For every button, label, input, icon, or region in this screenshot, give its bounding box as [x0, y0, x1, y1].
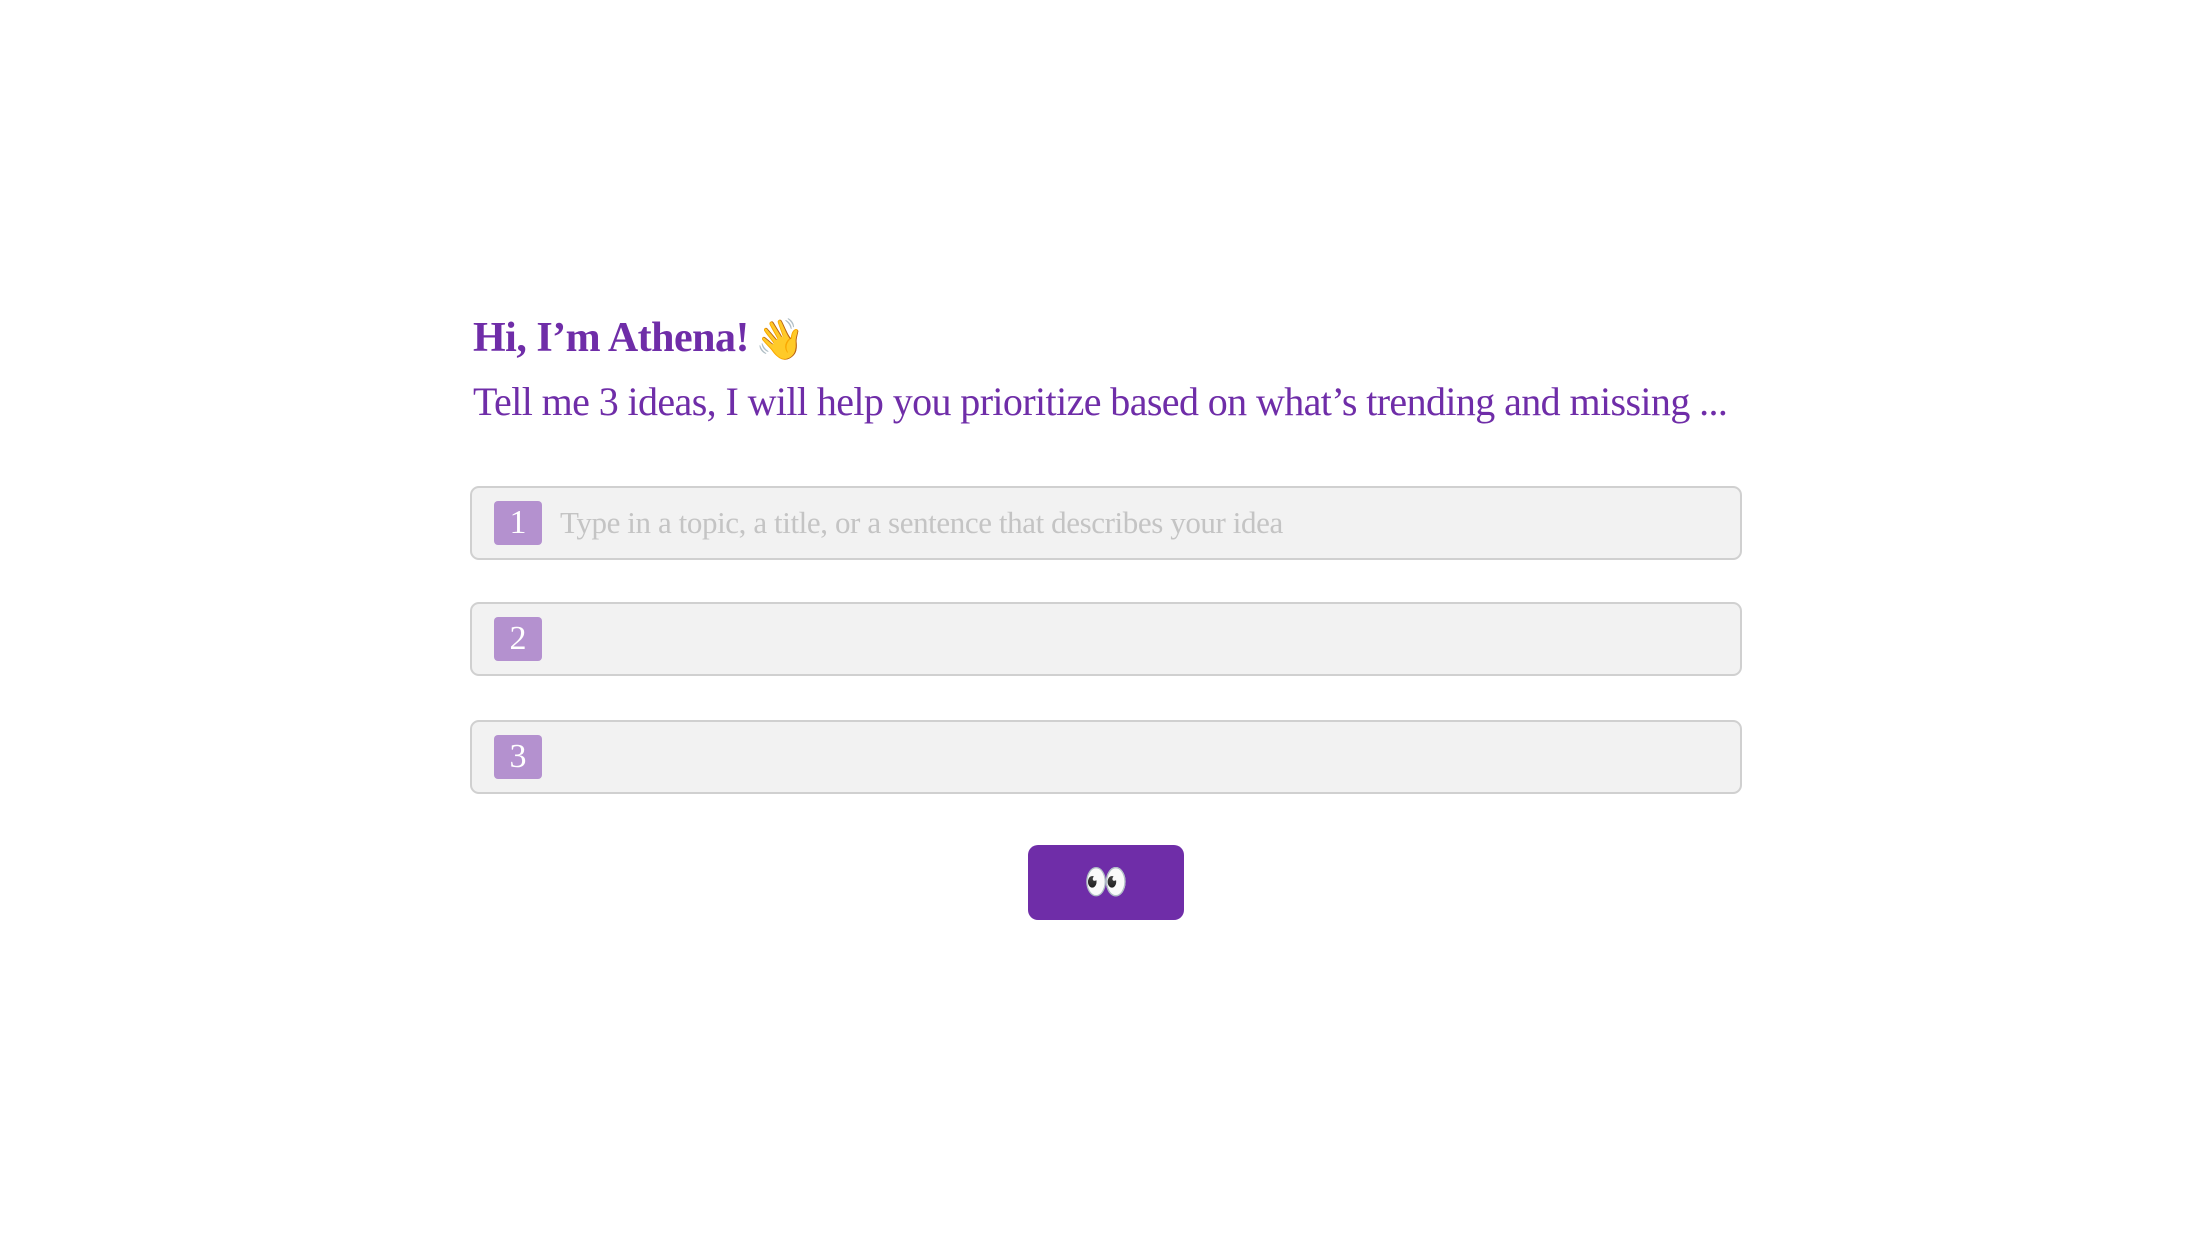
idea-field-1[interactable]: 1	[470, 486, 1742, 560]
idea-field-3[interactable]: 3	[470, 720, 1742, 794]
idea-input-3[interactable]	[560, 726, 1720, 788]
instructions-text: Tell me 3 ideas, I will help you priorit…	[473, 379, 1728, 424]
idea-number-badge: 3	[494, 735, 542, 779]
greeting-text: Hi, I’m Athena!	[473, 315, 750, 361]
idea-form: Hi, I’m Athena! 👋 Tell me 3 ideas, I will…	[470, 310, 1742, 920]
idea-field-2[interactable]: 2	[470, 602, 1742, 676]
idea-number-badge: 1	[494, 501, 542, 545]
eyes-icon: 👀	[1083, 862, 1129, 903]
greeting-heading: Hi, I’m Athena! 👋	[473, 310, 1742, 368]
idea-number-badge: 2	[494, 617, 542, 661]
submit-button[interactable]: 👀	[1028, 845, 1184, 920]
waving-hand-icon: 👋	[755, 317, 805, 362]
idea-input-1[interactable]	[560, 492, 1720, 554]
idea-input-2[interactable]	[560, 608, 1720, 670]
